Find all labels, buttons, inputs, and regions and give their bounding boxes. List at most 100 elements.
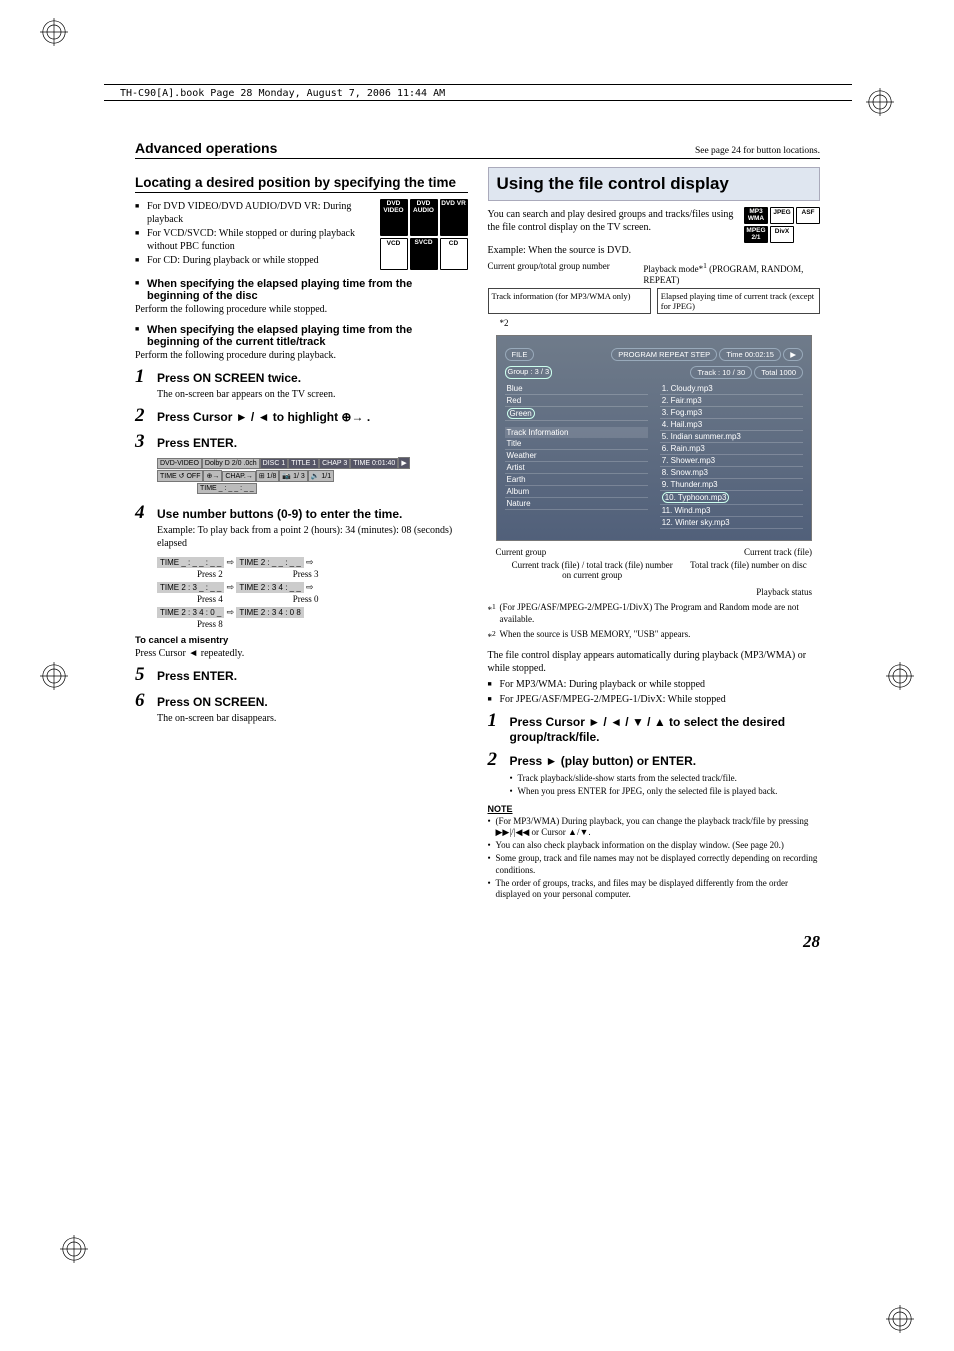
step-4-example: Example: To play back from a point 2 (ho… — [157, 524, 468, 550]
badge-jpeg: JPEG — [770, 207, 794, 224]
annot-current-group: Current group — [496, 547, 547, 558]
osd-cell: ⊞ 1/8 — [256, 470, 280, 482]
arrow-icon: ⇨ — [227, 557, 235, 567]
annot-bottom-row2: Current track (file) / total track (file… — [488, 558, 821, 582]
right-step-1: 1 Press Cursor ► / ◄ / ▼ / ▲ to select t… — [488, 710, 821, 745]
track-item: 5. Indian summer.mp3 — [660, 431, 803, 443]
info-item: Nature — [505, 498, 648, 510]
arrow-icon: ⇨ — [306, 557, 314, 567]
footnote-1: *1(For JPEG/ASF/MPEG-2/MPEG-1/DivX) The … — [488, 602, 821, 625]
press-label: Press 2 — [197, 569, 223, 579]
footnote-2: *2When the source is USB MEMORY, "USB" a… — [488, 629, 821, 641]
track-item: 9. Thunder.mp3 — [660, 479, 803, 491]
annot-ast2: *2 — [500, 318, 821, 329]
seq-bar: TIME 2 : 3 4 : _ _ — [236, 582, 303, 593]
step-2-text: Press Cursor ► / ◄ to highlight ⊕→ . — [157, 410, 370, 425]
regmark-tr — [866, 88, 894, 116]
badge-mpeg21: MPEG 2/1 — [744, 226, 768, 243]
sub-bullet: Track playback/slide-show starts from th… — [510, 773, 821, 784]
cancel-heading: To cancel a misentry — [135, 635, 468, 646]
sub-bullet: When you press ENTER for JPEG, only the … — [510, 786, 821, 797]
group-list: Blue Red Green — [505, 383, 648, 421]
right-step-2-subs: Track playback/slide-show starts from th… — [510, 773, 821, 798]
subhead-title-beginning: When specifying the elapsed playing time… — [135, 324, 468, 348]
osd-cell: DVD-VIDEO — [157, 458, 202, 469]
total-chip: Total 1000 — [754, 366, 803, 379]
badge-vcd: VCD — [380, 238, 408, 270]
annotation-top: Current group/total group number Playbac… — [488, 261, 821, 286]
using-file-control-box: Using the file control display — [488, 167, 821, 201]
right-step-2-number: 2 — [488, 749, 504, 771]
track-item: 7. Shower.mp3 — [660, 455, 803, 467]
step-1: 1 Press ON SCREEN twice. — [135, 366, 468, 388]
osd-cell: TIME ↺ OFF — [157, 470, 203, 482]
track-item: 10. Typhoon.mp3 — [660, 491, 803, 505]
regmark-tl — [40, 18, 68, 46]
annot-group-number: Current group/total group number — [488, 261, 624, 286]
note-item: (For MP3/WMA) During playback, you can c… — [488, 816, 821, 839]
disc-condition-list: For DVD VIDEO/DVD AUDIO/DVD VR: During p… — [135, 199, 374, 270]
info-item: Earth — [505, 474, 648, 486]
badge-cd: CD — [440, 238, 468, 270]
step-3-number: 3 — [135, 431, 151, 453]
badge-mp3-wma: MP3 WMA — [744, 207, 768, 224]
section-title: Advanced operations — [135, 140, 277, 156]
locating-heading: Locating a desired position by specifyin… — [135, 175, 468, 193]
regmark-bl — [60, 1235, 88, 1263]
badge-divx: DivX — [770, 226, 794, 243]
right-step-2: 2 Press ► (play button) or ENTER. — [488, 749, 821, 771]
osd-cell: TIME 0:01:40 — [350, 458, 398, 469]
file-type-badges: MP3 WMA JPEG ASF MPEG 2/1 DivX — [744, 207, 820, 243]
header-rule-top — [104, 84, 852, 85]
track-chip: Track : 10 / 30 — [690, 366, 752, 379]
seq-bar: TIME 2 : 3 4 : 0 _ — [157, 607, 224, 618]
mode-item: For MP3/WMA: During playback or while st… — [488, 679, 821, 692]
press-label: Press 3 — [293, 569, 319, 579]
badge-asf: ASF — [796, 207, 820, 224]
annot-playback-mode: Playback mode*1 (PROGRAM, RANDOM, REPEAT… — [643, 261, 820, 286]
step-3: 3 Press ENTER. — [135, 431, 468, 453]
annot-track-count: Current track (file) / total track (file… — [510, 560, 675, 582]
group-item: Blue — [505, 383, 648, 395]
track-item: 3. Fog.mp3 — [660, 407, 803, 419]
osd-cell: DISC 1 — [260, 458, 289, 469]
osd-cell: ▶ — [398, 457, 409, 469]
osd-cell: CHAP.→ — [222, 471, 256, 482]
track-list: 1. Cloudy.mp3 2. Fair.mp3 3. Fog.mp3 4. … — [660, 383, 803, 529]
mode-chip: PROGRAM REPEAT STEP — [611, 348, 717, 361]
step-5: 5 Press ENTER. — [135, 664, 468, 686]
disc-note-1: For DVD VIDEO/DVD AUDIO/DVD VR: During p… — [135, 201, 374, 226]
osd-bar-figure: DVD-VIDEODolby D 2/0 .0chDISC 1TITLE 1CH… — [157, 457, 468, 494]
press-label: Press 0 — [293, 594, 319, 604]
track-item: 1. Cloudy.mp3 — [660, 383, 803, 395]
osd-cell: CHAP 3 — [319, 458, 350, 469]
step-5-text: Press ENTER. — [157, 669, 237, 684]
sub2-text: Perform the following procedure during p… — [135, 349, 468, 362]
section-note: See page 24 for button locations. — [695, 146, 820, 156]
step-5-number: 5 — [135, 664, 151, 686]
step-2: 2 Press Cursor ► / ◄ to highlight ⊕→ . — [135, 405, 468, 427]
arrow-icon: ⇨ — [227, 582, 235, 592]
step-6-number: 6 — [135, 690, 151, 712]
mode-condition-list: For MP3/WMA: During playback or while st… — [488, 679, 821, 706]
track-item: 6. Rain.mp3 — [660, 443, 803, 455]
track-info-header: Track Information — [505, 427, 648, 438]
page-content: Advanced operations See page 24 for butt… — [135, 140, 820, 902]
track-item: 2. Fair.mp3 — [660, 395, 803, 407]
disc-type-badges: DVD VIDEO DVD AUDIO DVD VR VCD SVCD CD — [380, 199, 468, 270]
subhead-disc-beginning: When specifying the elapsed playing time… — [135, 278, 468, 302]
note-item: Some group, track and file names may not… — [488, 853, 821, 876]
disc-note-2: For VCD/SVCD: While stopped or during pl… — [135, 228, 374, 253]
left-column: Locating a desired position by specifyin… — [135, 167, 468, 902]
right-column: Using the file control display You can s… — [488, 167, 821, 902]
cancel-text: Press Cursor ◄ repeatedly. — [135, 647, 468, 660]
regmark-ml — [40, 662, 68, 690]
arrow-icon: ⇨ — [306, 582, 314, 592]
annotation-cells: Track information (for MP3/WMA only) Ela… — [488, 288, 821, 314]
header-rule-bottom — [104, 100, 852, 101]
track-info-list: Title Weather Artist Earth Album Nature — [505, 438, 648, 510]
track-item: 4. Hail.mp3 — [660, 419, 803, 431]
group-item: Green — [505, 407, 648, 421]
osd-cell: Dolby D 2/0 .0ch — [202, 458, 260, 469]
osd-time-entry: TIME _ : _ _ : _ _ — [197, 483, 257, 494]
